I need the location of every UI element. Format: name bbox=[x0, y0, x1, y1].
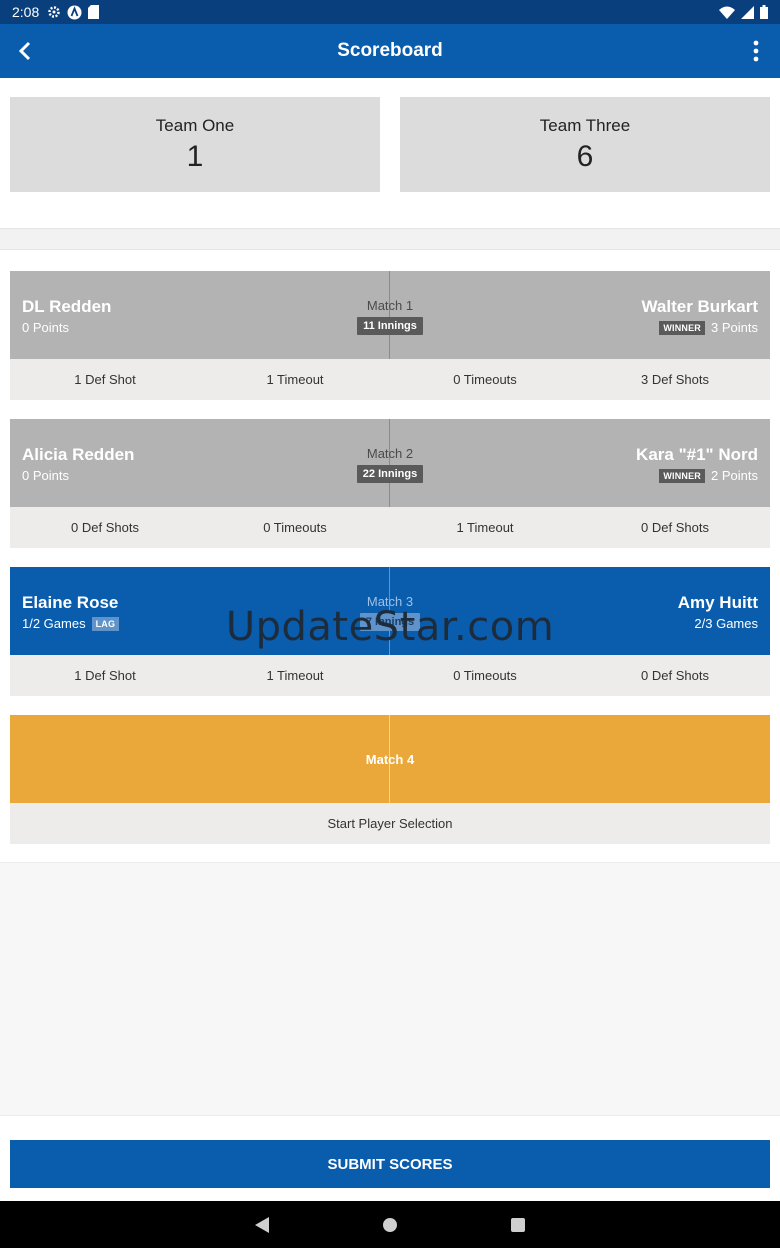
overflow-menu-button[interactable] bbox=[746, 38, 766, 64]
player-name: Amy Huitt bbox=[677, 593, 758, 612]
match-header[interactable]: Alicia Redden 0 Points Match 2 22 Inning… bbox=[10, 419, 770, 507]
back-arrow-icon bbox=[18, 41, 31, 61]
sd-card-icon bbox=[88, 5, 100, 19]
stat-left-def-shots: 0 Def Shots bbox=[71, 520, 139, 535]
match-stats: 1 Def Shot 1 Timeout 0 Timeouts 3 Def Sh… bbox=[10, 359, 770, 400]
player-name: Kara "#1" Nord bbox=[636, 445, 758, 464]
player-games: 1/2 Games bbox=[22, 616, 86, 631]
team-scores: Team One 1 Team Three 6 bbox=[0, 78, 780, 228]
battery-icon bbox=[760, 5, 768, 19]
match-card-4[interactable]: Match 4 Start Player Selection bbox=[10, 715, 770, 844]
player-name: Alicia Redden bbox=[22, 445, 135, 464]
player-name: DL Redden bbox=[22, 297, 112, 316]
stat-right-def-shots: 0 Def Shots bbox=[641, 520, 709, 535]
square-recents-icon bbox=[511, 1217, 525, 1232]
right-player: Kara "#1" Nord WINNER 2 Points bbox=[636, 445, 758, 483]
stat-left-def-shots: 1 Def Shot bbox=[74, 668, 136, 683]
innings-badge: 22 Innings bbox=[356, 465, 424, 483]
match-list: DL Redden 0 Points Match 1 11 Innings Wa… bbox=[0, 250, 780, 862]
back-button[interactable] bbox=[12, 38, 38, 64]
nav-home-button[interactable] bbox=[378, 1213, 402, 1237]
player-points: 3 Points bbox=[711, 320, 758, 335]
status-bar: 2:08 bbox=[0, 0, 780, 24]
winner-badge: WINNER bbox=[659, 468, 706, 483]
player-points: 2 Points bbox=[711, 468, 758, 483]
status-time: 2:08 bbox=[12, 4, 40, 20]
section-divider bbox=[0, 228, 780, 250]
right-player: Amy Huitt 2/3 Games bbox=[678, 593, 758, 631]
match-header[interactable]: Elaine Rose 1/2 Games LAG Match 3 7 Innin… bbox=[10, 567, 770, 655]
left-player: Elaine Rose 1/2 Games LAG bbox=[22, 593, 120, 631]
team-name: Team Three bbox=[539, 116, 631, 135]
triangle-back-icon bbox=[255, 1216, 269, 1233]
app-notification-icon bbox=[67, 5, 82, 19]
innings-badge: 7 Innings bbox=[359, 613, 421, 631]
team-card-away: Team Three 6 bbox=[400, 97, 770, 192]
stat-left-def-shots: 1 Def Shot bbox=[74, 372, 136, 387]
match-center: Match 2 22 Innings bbox=[340, 446, 440, 483]
match-label: Match 1 bbox=[366, 298, 414, 313]
team-name: Team One bbox=[155, 116, 235, 135]
match-header[interactable]: DL Redden 0 Points Match 1 11 Innings Wa… bbox=[10, 271, 770, 359]
more-vert-icon bbox=[753, 40, 759, 62]
match-label: Match 3 bbox=[366, 594, 414, 609]
match-center: Match 3 7 Innings bbox=[340, 594, 440, 631]
start-player-selection-button[interactable]: Start Player Selection bbox=[10, 803, 770, 844]
signal-icon bbox=[741, 5, 754, 19]
stat-right-timeouts: 1 Timeout bbox=[456, 520, 514, 535]
lag-badge: LAG bbox=[91, 616, 120, 631]
match-label: Match 4 bbox=[365, 752, 415, 767]
wifi-icon bbox=[719, 6, 735, 19]
match-center: Match 1 11 Innings bbox=[340, 298, 440, 335]
stat-right-timeouts: 0 Timeouts bbox=[453, 372, 517, 387]
winner-badge: WINNER bbox=[659, 320, 706, 335]
stat-right-def-shots: 0 Def Shots bbox=[641, 668, 709, 683]
match-stats: 0 Def Shots 0 Timeouts 1 Timeout 0 Def S… bbox=[10, 507, 770, 548]
settings-icon bbox=[48, 6, 60, 18]
team-score: 1 bbox=[186, 140, 204, 173]
right-player: Walter Burkart WINNER 3 Points bbox=[641, 297, 758, 335]
stat-right-timeouts: 0 Timeouts bbox=[453, 668, 517, 683]
innings-badge: 11 Innings bbox=[357, 317, 423, 335]
team-score: 6 bbox=[576, 140, 594, 173]
match-center: Match 4 bbox=[340, 752, 440, 767]
stat-left-timeouts: 1 Timeout bbox=[266, 668, 324, 683]
stat-left-timeouts: 1 Timeout bbox=[266, 372, 324, 387]
player-points: 0 Points bbox=[22, 468, 69, 483]
left-player: DL Redden 0 Points bbox=[22, 297, 111, 335]
empty-area bbox=[0, 862, 780, 1115]
player-games: 2/3 Games bbox=[694, 616, 758, 631]
match-header[interactable]: Match 4 bbox=[10, 715, 770, 803]
submit-scores-button[interactable]: SUBMIT SCORES bbox=[10, 1140, 770, 1188]
submit-bar: SUBMIT SCORES bbox=[0, 1115, 780, 1201]
system-nav-bar bbox=[0, 1201, 780, 1248]
match-card-3[interactable]: Elaine Rose 1/2 Games LAG Match 3 7 Innin… bbox=[10, 567, 770, 696]
stat-left-timeouts: 0 Timeouts bbox=[263, 520, 327, 535]
player-name: Elaine Rose bbox=[22, 593, 119, 612]
start-player-selection-label: Start Player Selection bbox=[327, 816, 453, 831]
left-player: Alicia Redden 0 Points bbox=[22, 445, 134, 483]
player-name: Walter Burkart bbox=[641, 297, 758, 316]
player-points: 0 Points bbox=[22, 320, 69, 335]
circle-home-icon bbox=[383, 1217, 397, 1232]
match-card-1[interactable]: DL Redden 0 Points Match 1 11 Innings Wa… bbox=[10, 271, 770, 400]
nav-recents-button[interactable] bbox=[506, 1213, 530, 1237]
app-bar: Scoreboard bbox=[0, 24, 780, 78]
match-label: Match 2 bbox=[366, 446, 414, 461]
match-card-2[interactable]: Alicia Redden 0 Points Match 2 22 Inning… bbox=[10, 419, 770, 548]
nav-back-button[interactable] bbox=[250, 1213, 274, 1237]
match-stats: 1 Def Shot 1 Timeout 0 Timeouts 0 Def Sh… bbox=[10, 655, 770, 696]
team-card-home: Team One 1 bbox=[10, 97, 380, 192]
page-title: Scoreboard bbox=[337, 40, 443, 61]
stat-right-def-shots: 3 Def Shots bbox=[641, 372, 709, 387]
